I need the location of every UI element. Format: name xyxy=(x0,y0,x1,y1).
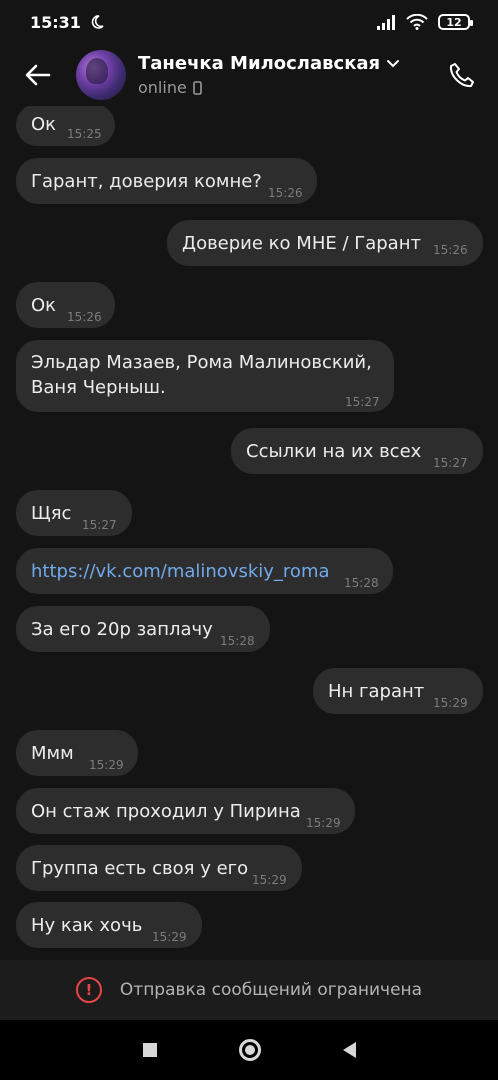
recent-apps-button[interactable] xyxy=(142,1043,157,1057)
message-bubble[interactable]: Группа есть своя у его 15:29 xyxy=(16,845,302,891)
message-time: 15:25 xyxy=(67,127,102,141)
message-text: 15:26 xyxy=(433,243,468,257)
message-link[interactable]: https://vk.com/malinovskiy_roma xyxy=(31,559,330,584)
message-text: Он стаж проходил у Пирина xyxy=(31,801,301,822)
message-bubble[interactable]: Ок 15:26 xyxy=(16,282,115,328)
message-time: 15:29 xyxy=(252,873,287,887)
message-text: Эльдар Мазаев, Рома Малиновский, Ваня Че… xyxy=(31,352,372,398)
status-left: 15:31 xyxy=(30,13,105,32)
avatar[interactable] xyxy=(76,50,126,100)
message-time: 15:26 xyxy=(268,186,303,200)
battery-indicator: 12 xyxy=(438,14,473,30)
message-time: 15:26 xyxy=(67,310,102,324)
message-text: Гарант, доверия комне? xyxy=(31,171,262,192)
message-bubble[interactable]: https://vk.com/malinovskiy_roma 15:28 xyxy=(16,548,393,594)
message-time: 15:27 xyxy=(345,395,380,409)
contact-name: Танечка Милославская xyxy=(138,53,381,74)
status-time: 15:31 xyxy=(30,12,81,32)
message-bubble[interactable]: Ммм 15:29 xyxy=(16,730,138,776)
contact-name-row: Танечка Милославская xyxy=(138,53,400,74)
message-time: 15:27 xyxy=(433,456,468,470)
message-text: Группа есть своя у его xyxy=(31,858,249,879)
home-button[interactable] xyxy=(238,1039,261,1061)
message-time: 15:29 xyxy=(89,758,124,772)
message-time: 15:27 xyxy=(82,518,117,532)
message-text: Ок xyxy=(31,295,57,316)
call-button[interactable] xyxy=(444,57,480,93)
signal-icon xyxy=(377,15,395,30)
message-time: 15:29 xyxy=(306,816,341,830)
mobile-device-icon xyxy=(193,80,202,95)
message-time: 15:28 xyxy=(220,634,255,648)
contact-info[interactable]: Танечка Милославская online xyxy=(138,53,400,97)
contact-status: online xyxy=(138,78,187,97)
message-text: Нн гарант xyxy=(328,681,425,702)
message-bubble[interactable]: Ссылки на их всех 15:27 xyxy=(231,428,483,474)
contact-status-row: online xyxy=(138,78,400,97)
messaging-restricted-bar: ! Отправка сообщений ограничена xyxy=(0,960,498,1020)
arrow-left-icon xyxy=(25,64,51,86)
message-time: 15:29 xyxy=(433,696,468,710)
system-navigation-bar xyxy=(0,1020,498,1080)
moon-icon xyxy=(91,15,104,29)
message-bubble[interactable]: Эльдар Мазаев, Рома Малиновский, Ваня Че… xyxy=(16,340,394,412)
message-time: 15:29 xyxy=(152,930,187,944)
chat-header: Танечка Милославская online xyxy=(0,44,498,106)
message-bubble[interactable]: Ну как хочь 15:29 xyxy=(16,902,202,948)
message-text: Ммм xyxy=(31,743,74,764)
message-text: Ок xyxy=(31,114,57,135)
message-bubble[interactable]: Щяс 15:27 xyxy=(16,490,132,536)
message-text: Ну как хочь xyxy=(31,915,143,936)
message-text: Доверие ко МНЕ / Гарант xyxy=(182,233,421,254)
battery-level: 12 xyxy=(446,15,462,29)
exclamation-circle-icon: ! xyxy=(75,977,102,1003)
back-button[interactable] xyxy=(20,57,56,93)
message-bubble[interactable]: За его 20р заплачу 15:28 xyxy=(16,606,270,652)
restriction-notice: Отправка сообщений ограничена xyxy=(119,980,423,1000)
chevron-down-icon xyxy=(387,59,400,67)
message-text: Ссылки на их всех xyxy=(246,441,422,462)
message-bubble[interactable]: Нн гарант 15:29 xyxy=(313,668,483,714)
message-bubble[interactable]: Ок 15:25 xyxy=(16,106,115,146)
status-right: 12 xyxy=(376,14,473,30)
phone-icon xyxy=(449,63,474,88)
message-list[interactable]: Ок 15:25 Гарант, доверия комне? 15:26 До… xyxy=(0,106,498,960)
message-bubble[interactable]: Гарант, доверия комне? 15:26 xyxy=(16,158,317,204)
message-bubble[interactable]: Доверие ко МНЕ / Гарант 15:26 xyxy=(167,220,483,266)
system-back-button[interactable] xyxy=(342,1042,356,1058)
message-time: 15:28 xyxy=(344,576,379,590)
status-bar: 15:31 12 xyxy=(0,0,498,44)
message-bubble[interactable]: Он стаж проходил у Пирина 15:29 xyxy=(16,788,355,834)
wifi-icon xyxy=(406,14,428,30)
message-text: Щяс xyxy=(31,503,72,524)
message-text: За его 20р заплачу xyxy=(31,619,213,640)
